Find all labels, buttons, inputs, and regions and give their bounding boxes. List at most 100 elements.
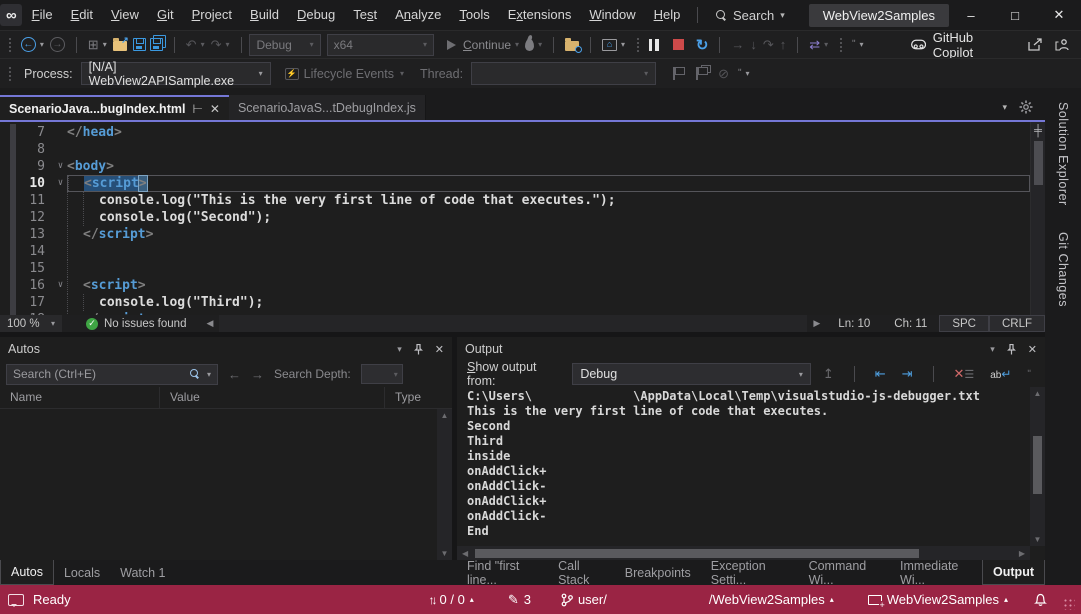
navigate-back-button[interactable]: ←▾ (18, 33, 47, 57)
share-button[interactable] (1025, 33, 1046, 57)
menu-help[interactable]: Help (645, 0, 690, 30)
panel-tab-find-first-line-[interactable]: Find "first line... (457, 560, 548, 585)
window-position-chevron-icon[interactable]: ▾ (397, 344, 402, 355)
panel-tab-autos[interactable]: Autos (0, 560, 54, 585)
solution-configuration-dropdown[interactable]: Debug▾ (249, 34, 320, 56)
side-tab-solution-explorer[interactable]: Solution Explorer (1056, 102, 1070, 206)
previous-message-icon[interactable]: ⇤ (871, 366, 890, 382)
toolbar-grip[interactable] (8, 66, 12, 82)
code-line-17[interactable]: 17console.log("Third"); (0, 294, 1030, 311)
menu-view[interactable]: View (102, 0, 148, 30)
code-line-16[interactable]: 16∨<script> (0, 277, 1030, 294)
notifications-button[interactable] (1024, 593, 1057, 607)
sync-status-button[interactable]: ↑↓ 0 / 0 ▴ (419, 592, 484, 607)
scroll-right-arrow[interactable]: ▶ (807, 318, 826, 329)
menu-extensions[interactable]: Extensions (499, 0, 581, 30)
find-in-files-button[interactable] (562, 33, 582, 57)
stop-debugging-button[interactable] (670, 33, 687, 57)
navigate-forward-button[interactable]: → (47, 33, 68, 57)
close-panel-icon[interactable]: ✕ (1028, 343, 1037, 356)
split-window-handle-icon[interactable]: ╪ (1034, 125, 1042, 137)
menu-git[interactable]: Git (148, 0, 183, 30)
panel-tab-call-stack[interactable]: Call Stack (548, 560, 615, 585)
editor-vertical-scrollbar[interactable]: ╪ (1030, 122, 1045, 315)
panel-tab-exception-setti-[interactable]: Exception Setti... (701, 560, 799, 585)
menu-project[interactable]: Project (183, 0, 241, 30)
word-wrap-icon[interactable]: ab↵ (986, 367, 1015, 381)
code-line-14[interactable]: 14 (0, 243, 1030, 260)
document-tab-1[interactable]: ScenarioJavaS...tDebugIndex.js (229, 95, 426, 120)
column-header-name[interactable]: Name (0, 387, 160, 408)
search-control[interactable]: Search ▾ (706, 8, 795, 23)
minimize-button[interactable]: – (949, 0, 993, 30)
jump-to-message-icon[interactable]: ↥ (819, 366, 838, 382)
pin-icon[interactable] (1007, 344, 1016, 355)
lifecycle-events-label[interactable]: Lifecycle Events (304, 67, 394, 81)
redo-button[interactable]: ↷▾ (208, 33, 233, 57)
toolbar-overflow-button[interactable]: ʺ▾ (735, 62, 753, 86)
close-button[interactable]: ✕ (1037, 0, 1081, 30)
column-header-type[interactable]: Type (385, 387, 452, 408)
step-out-button[interactable]: ↑ (777, 33, 790, 57)
menu-analyze[interactable]: Analyze (386, 0, 450, 30)
menu-debug[interactable]: Debug (288, 0, 344, 30)
search-forward-arrow[interactable]: → (251, 367, 264, 382)
line-ending-indicator[interactable]: CRLF (989, 315, 1045, 332)
output-vertical-scrollbar[interactable]: ▲ ▼ (1030, 387, 1045, 546)
resize-grip[interactable] (1063, 598, 1075, 610)
output-text[interactable]: C:\Users\ \AppData\Local\Temp\visualstud… (457, 387, 1030, 546)
zoom-level-dropdown[interactable]: 100 %▾ (0, 315, 62, 332)
continue-button[interactable]: Continue ▾ (444, 33, 522, 57)
menu-test[interactable]: Test (344, 0, 386, 30)
output-horizontal-scrollbar[interactable]: ◀ ▶ (457, 546, 1030, 560)
clear-all-icon[interactable]: ✕☰ (949, 366, 978, 382)
panel-tab-locals[interactable]: Locals (54, 560, 110, 585)
pin-icon[interactable]: ⊢ (192, 102, 202, 116)
close-panel-icon[interactable]: ✕ (435, 343, 444, 356)
toolbar-overflow-icon[interactable]: ʺ (1023, 369, 1035, 380)
scrollbar-thumb[interactable] (1034, 141, 1043, 185)
repository-button[interactable]: WebView2Samples ▴ (858, 592, 1018, 607)
feedback-icon[interactable] (8, 594, 24, 606)
break-all-button[interactable] (646, 33, 662, 57)
menu-build[interactable]: Build (241, 0, 288, 30)
code-line-8[interactable]: 8 (0, 141, 1030, 158)
show-threads-icon[interactable]: ⊘ (718, 66, 729, 82)
tab-list-chevron-icon[interactable]: ▾ (1002, 102, 1007, 113)
editor-horizontal-scrollbar[interactable] (219, 315, 807, 332)
browser-link-button[interactable]: ⌂▾ (599, 33, 628, 57)
pending-edits-button[interactable]: ✎ 3 (498, 592, 541, 608)
code-line-13[interactable]: 13</script> (0, 226, 1030, 243)
menu-file[interactable]: File (23, 0, 62, 30)
autos-vertical-scrollbar[interactable]: ▲ ▼ (437, 409, 452, 560)
window-position-chevron-icon[interactable]: ▾ (990, 344, 995, 355)
next-message-icon[interactable]: ⇥ (898, 366, 917, 382)
scroll-left-arrow[interactable]: ◀ (200, 318, 219, 329)
side-tab-git-changes[interactable]: Git Changes (1056, 232, 1070, 307)
hot-reload-button[interactable]: ▾ (522, 33, 545, 57)
toolbar-grip[interactable] (636, 37, 640, 53)
step-into-button[interactable]: ↓ (747, 33, 760, 57)
autos-grid-empty[interactable] (0, 409, 437, 560)
code-line-15[interactable]: 15 (0, 260, 1030, 277)
code-line-7[interactable]: 7</head> (0, 124, 1030, 141)
open-file-button[interactable]: ↗ (110, 33, 130, 57)
search-depth-dropdown[interactable]: ▾ (361, 364, 403, 384)
menu-edit[interactable]: Edit (62, 0, 102, 30)
code-editor[interactable]: 7</head>89∨<body>10∨<script>11console.lo… (0, 122, 1045, 315)
restart-button[interactable]: ↻ (693, 33, 712, 57)
code-line-12[interactable]: 12console.log("Second"); (0, 209, 1030, 226)
process-dropdown[interactable]: [N/A] WebView2APISample.exe▾ (81, 62, 271, 85)
panel-tab-breakpoints[interactable]: Breakpoints (615, 560, 701, 585)
fold-chevron-icon[interactable]: ∨ (54, 158, 67, 175)
toolbar-overflow-button[interactable]: ʺ▾ (849, 33, 867, 57)
step-over-button[interactable]: ↷ (760, 33, 777, 57)
panel-tab-watch-1[interactable]: Watch 1 (110, 560, 175, 585)
maximize-button[interactable]: □ (993, 0, 1037, 30)
save-all-button[interactable] (149, 33, 166, 57)
code-line-11[interactable]: 11console.log("This is the very first li… (0, 192, 1030, 209)
thread-dropdown[interactable]: ▾ (471, 62, 656, 85)
show-next-statement-button[interactable]: → (728, 33, 747, 57)
menu-window[interactable]: Window (580, 0, 644, 30)
fold-chevron-icon[interactable]: ∨ (54, 175, 67, 192)
